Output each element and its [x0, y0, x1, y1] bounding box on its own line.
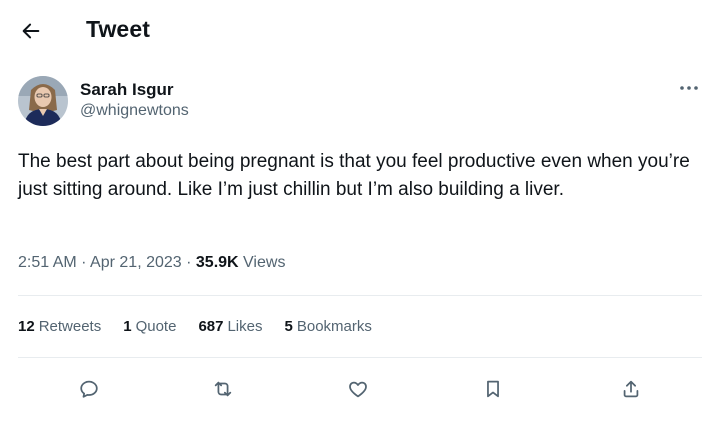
tweet-meta: 2:51 AM · Apr 21, 2023 · 35.9K Views [18, 254, 285, 272]
profile-photo [18, 76, 68, 126]
likes-count: 687 [198, 318, 224, 335]
bookmark-icon [487, 380, 499, 398]
arrow-left-icon [22, 23, 40, 39]
tweet-date[interactable]: Apr 21, 2023 [90, 254, 182, 271]
avatar[interactable] [18, 76, 68, 126]
divider [18, 357, 702, 358]
like-button[interactable] [341, 372, 375, 406]
retweet-icon [214, 381, 232, 397]
share-icon [623, 380, 639, 398]
more-horizontal-icon [680, 86, 698, 90]
action-bar [0, 372, 720, 406]
retweets-count: 12 [18, 318, 35, 335]
share-button[interactable] [614, 372, 648, 406]
header-bar: Tweet [0, 0, 720, 60]
more-options-button[interactable] [672, 76, 706, 100]
back-button[interactable] [14, 14, 48, 48]
divider [18, 295, 702, 296]
views-count: 35.9K [195, 254, 239, 271]
like-icon [349, 381, 367, 398]
quotes-count: 1 [123, 318, 132, 335]
retweets-stat[interactable]: 12 Retweets [18, 318, 101, 335]
engagement-stats: 12 Retweets 1 Quote 687 Likes 5 Bookmarks [18, 318, 394, 335]
retweet-button[interactable] [206, 372, 240, 406]
bookmarks-label: Bookmarks [296, 318, 372, 335]
reply-icon [80, 380, 98, 398]
views-label: Views [243, 254, 286, 271]
author-display-name[interactable]: Sarah Isgur [80, 80, 174, 100]
quotes-stat[interactable]: 1 Quote [123, 318, 176, 335]
bookmark-button[interactable] [476, 372, 510, 406]
page-title: Tweet [86, 16, 150, 42]
likes-stat[interactable]: 687 Likes [198, 318, 262, 335]
meta-separator: · [76, 254, 91, 271]
bookmarks-stat[interactable]: 5 Bookmarks [285, 318, 372, 335]
bookmarks-count: 5 [284, 318, 293, 335]
likes-label: Likes [227, 318, 263, 335]
tweet-time[interactable]: 2:51 AM [18, 254, 77, 271]
tweet-text: The best part about being pregnant is th… [18, 151, 690, 200]
author-handle[interactable]: @whignewtons [80, 102, 189, 120]
retweets-label: Retweets [38, 318, 102, 335]
meta-separator: · [181, 254, 196, 271]
reply-button[interactable] [72, 372, 106, 406]
quotes-label: Quote [135, 318, 177, 335]
